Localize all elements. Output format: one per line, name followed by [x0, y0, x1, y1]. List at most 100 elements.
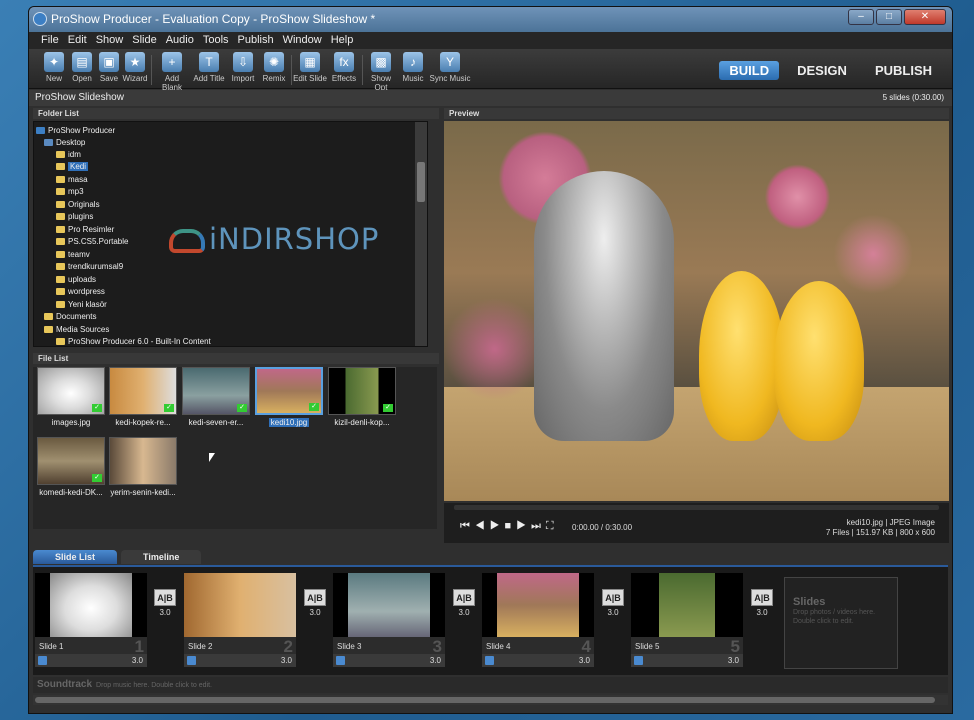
- transition-button[interactable]: A|B 3.0: [153, 589, 177, 617]
- add-blank-button[interactable]: + Add Blank: [155, 52, 189, 92]
- title-bar[interactable]: ProShow Producer - Evaluation Copy - Pro…: [29, 7, 952, 32]
- tree-item[interactable]: mp3: [56, 185, 84, 197]
- tree-item[interactable]: plugins: [56, 210, 93, 222]
- transition-button[interactable]: A|B 3.0: [601, 589, 625, 617]
- show-options-button[interactable]: ▩ Show Opt: [364, 52, 398, 92]
- playback-progress-bar[interactable]: [454, 505, 939, 510]
- menu-help[interactable]: Help: [331, 34, 354, 49]
- add-blank-icon: +: [162, 52, 182, 72]
- tab-timeline[interactable]: Timeline: [121, 550, 202, 564]
- tree-item[interactable]: Media Sources: [44, 323, 109, 335]
- tree-item[interactable]: Yeni klasör: [56, 298, 107, 310]
- tree-item[interactable]: masa: [56, 173, 88, 185]
- tree-item[interactable]: Documents: [44, 310, 96, 322]
- window-title: ProShow Producer - Evaluation Copy - Pro…: [51, 12, 376, 26]
- slide-thumbnail: [348, 573, 430, 637]
- maximize-button[interactable]: □: [876, 9, 902, 25]
- menu-edit[interactable]: Edit: [68, 34, 87, 49]
- wizard-button[interactable]: ★ Wizard: [118, 52, 152, 83]
- folder-tree[interactable]: ProShow Producer Desktop idm Kedi masa m…: [33, 121, 428, 347]
- menu-audio[interactable]: Audio: [166, 34, 194, 49]
- transport-buttons[interactable]: ⏮◀▶■▶⏭⛶: [460, 520, 559, 533]
- file-item[interactable]: yerim-senin-kedi...: [108, 437, 178, 497]
- tree-item[interactable]: uploads: [56, 273, 96, 285]
- file-list: ✓ images.jpg ✓ kedi-kopek-re... ✓ kedi-seve…: [33, 367, 437, 529]
- soundtrack-bar[interactable]: Soundtrack Drop music here. Double click …: [33, 677, 948, 693]
- tree-item-selected[interactable]: Kedi: [56, 160, 89, 172]
- sync-music-button[interactable]: Y Sync Music: [429, 52, 471, 83]
- close-button[interactable]: ✕: [904, 9, 946, 25]
- file-list-header: File List: [33, 353, 439, 364]
- file-item[interactable]: ✓ kedi-kopek-re...: [108, 367, 178, 427]
- design-mode-button[interactable]: DESIGN: [787, 61, 857, 80]
- tree-item[interactable]: PS.CS5.Portable: [56, 235, 128, 247]
- new-icon: ✦: [44, 52, 64, 72]
- tree-item[interactable]: Originals: [56, 198, 100, 210]
- transition-button[interactable]: A|B 3.0: [750, 589, 774, 617]
- build-mode-button[interactable]: BUILD: [719, 61, 780, 80]
- file-thumbnail: [109, 437, 177, 485]
- menu-slide[interactable]: Slide: [132, 34, 156, 49]
- music-button[interactable]: ♪ Music: [396, 52, 430, 83]
- transition-button[interactable]: A|B 3.0: [303, 589, 327, 617]
- file-item[interactable]: ✓ images.jpg: [36, 367, 106, 427]
- next-icon: ▶: [516, 520, 531, 532]
- file-info: kedi10.jpg | JPEG Image 7 Files | 151.97 …: [825, 518, 935, 537]
- duckling-shape: [699, 271, 784, 441]
- slide-item[interactable]: Slide 4 4 3.0: [482, 573, 594, 667]
- menu-file[interactable]: File: [41, 34, 59, 49]
- tree-item[interactable]: ProShow Producer: [36, 124, 115, 136]
- empty-slide-slot[interactable]: Slides Drop photos / videos here. Double…: [784, 577, 898, 669]
- tree-item[interactable]: Desktop: [44, 136, 85, 148]
- menu-show[interactable]: Show: [96, 34, 124, 49]
- check-icon: ✓: [237, 404, 247, 412]
- publish-mode-button[interactable]: PUBLISH: [865, 61, 942, 80]
- tree-item[interactable]: idm: [56, 148, 81, 160]
- slide-thumbnail: [497, 573, 579, 637]
- file-item[interactable]: ✓ kedi-seven-er...: [181, 367, 251, 427]
- check-icon: ✓: [383, 404, 393, 412]
- add-title-button[interactable]: T Add Title: [192, 52, 226, 83]
- tree-scrollbar[interactable]: [415, 122, 427, 346]
- slide-item[interactable]: Slide 5 5 3.0: [631, 573, 743, 667]
- transition-icon: A|B: [751, 589, 773, 606]
- import-button[interactable]: ⇩ Import: [226, 52, 260, 83]
- file-item[interactable]: ✓ komedi-kedi-DK...: [36, 437, 106, 497]
- check-icon: ✓: [309, 403, 319, 411]
- file-thumbnail: ✓: [37, 367, 105, 415]
- play-icon: [187, 656, 196, 665]
- minimize-button[interactable]: –: [848, 9, 874, 25]
- remix-icon: ✺: [264, 52, 284, 72]
- prev-icon: ◀: [474, 520, 490, 532]
- slide-item[interactable]: Slide 1 1 3.0: [35, 573, 147, 667]
- slide-thumbnail: [184, 573, 296, 637]
- tree-item[interactable]: trendkurumsal9: [56, 260, 123, 272]
- file-item-selected[interactable]: ✓ kedi10.jpg: [254, 367, 324, 427]
- app-window: ProShow Producer - Evaluation Copy - Pro…: [28, 6, 953, 714]
- effects-icon: fx: [334, 52, 354, 72]
- file-thumbnail: ✓: [37, 437, 105, 485]
- file-item[interactable]: ✓ kizil-denli-kop...: [327, 367, 397, 427]
- slide-count: 5 slides (0:30.00): [882, 93, 944, 102]
- tree-item[interactable]: ProShow Producer 6.0 - Built-In Content: [56, 335, 211, 346]
- tree-item[interactable]: Pro Resimler: [56, 223, 114, 235]
- preview-image: [444, 121, 949, 501]
- music-icon: ♪: [403, 52, 423, 72]
- play-icon: [336, 656, 345, 665]
- menu-tools[interactable]: Tools: [203, 34, 229, 49]
- fullscreen-icon: ⛶: [545, 520, 559, 532]
- menu-publish[interactable]: Publish: [238, 34, 274, 49]
- preview-area[interactable]: [444, 121, 949, 501]
- transition-button[interactable]: A|B 3.0: [452, 589, 476, 617]
- tree-item[interactable]: wordpress: [56, 285, 105, 297]
- wizard-icon: ★: [125, 52, 145, 72]
- edit-slide-button[interactable]: ▦ Edit Slide: [293, 52, 327, 83]
- menu-window[interactable]: Window: [283, 34, 322, 49]
- remix-button[interactable]: ✺ Remix: [257, 52, 291, 83]
- slide-list-scrollbar[interactable]: [33, 695, 948, 705]
- tree-item[interactable]: teamv: [56, 248, 90, 260]
- effects-button[interactable]: fx Effects: [327, 52, 361, 83]
- tab-slide-list[interactable]: Slide List: [33, 550, 118, 564]
- slide-item[interactable]: Slide 3 3 3.0: [333, 573, 445, 667]
- slide-item[interactable]: Slide 2 2 3.0: [184, 573, 296, 667]
